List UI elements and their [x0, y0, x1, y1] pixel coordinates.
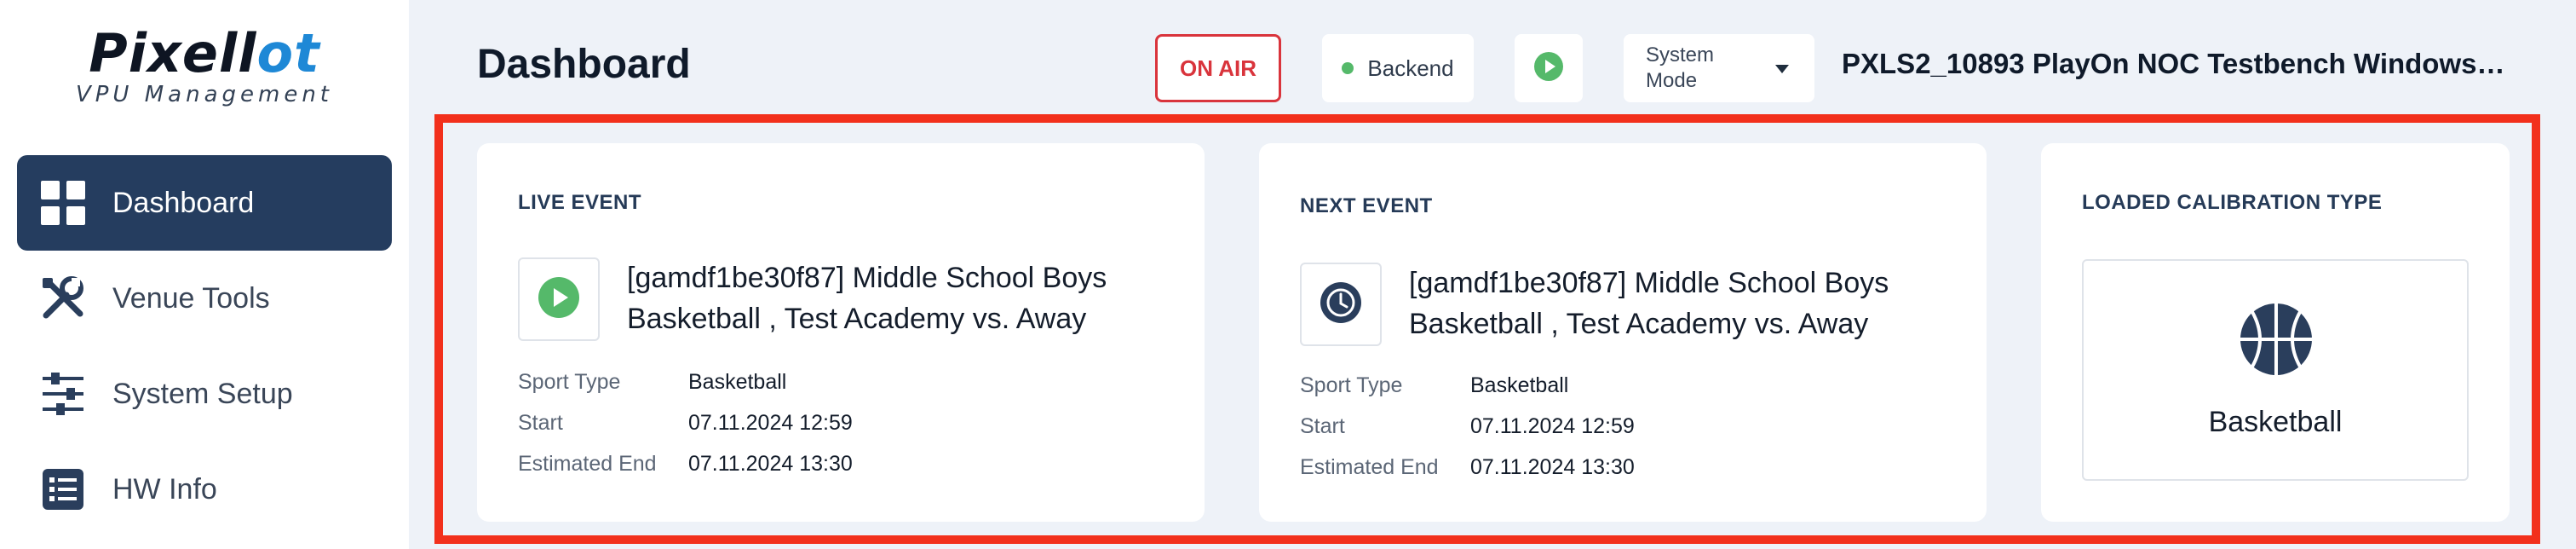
sidebar: Pixellot VPU Management Dashboard Venue … — [0, 0, 409, 549]
chevron-down-icon — [1775, 65, 1789, 73]
page-title: Dashboard — [477, 42, 691, 87]
system-mode-select[interactable]: System Mode — [1624, 34, 1814, 102]
live-event-details: Sport Type Basketball Start 07.11.2024 1… — [518, 361, 853, 484]
calibration-type-box: Basketball — [2082, 259, 2469, 481]
on-air-button[interactable]: ON AIR — [1155, 34, 1281, 102]
detail-row: Sport Type Basketball — [518, 369, 787, 394]
calibration-type-label: Basketball — [2208, 406, 2343, 438]
logo-subtitle: VPU Management — [75, 82, 334, 107]
detail-row: Estimated End 07.11.2024 13:30 — [1300, 454, 1635, 479]
clock-icon — [1320, 281, 1362, 328]
device-name: PXLS2_10893 PlayOn NOC Testbench Windows… — [1842, 48, 2515, 79]
grid-icon — [41, 181, 85, 225]
system-mode-label: System Mode — [1646, 43, 1715, 92]
detail-row: Start 07.11.2024 12:59 — [518, 410, 853, 435]
live-event-title: LIVE EVENT — [518, 191, 642, 214]
sidebar-item-system-setup[interactable]: System Setup — [17, 346, 392, 442]
next-event-title: NEXT EVENT — [1300, 194, 1433, 217]
sidebar-item-label: System Setup — [112, 377, 293, 410]
detail-row: Estimated End 07.11.2024 13:30 — [518, 451, 853, 476]
detail-row: Start 07.11.2024 12:59 — [1300, 413, 1635, 438]
next-event-details: Sport Type Basketball Start 07.11.2024 1… — [1300, 365, 1635, 488]
sidebar-item-dashboard[interactable]: Dashboard — [17, 155, 392, 251]
live-event-name: [gamdf1be30f87] Middle School Boys Baske… — [627, 262, 1107, 335]
calibration-card: LOADED CALIBRATION TYPE Basketball — [2041, 143, 2510, 522]
live-event-play-button[interactable] — [518, 257, 600, 341]
live-event-card: LIVE EVENT [gamdf1be30f87] Middle School… — [477, 143, 1205, 522]
next-event-name: [gamdf1be30f87] Middle School Boys Baske… — [1409, 267, 1889, 340]
list-icon — [41, 467, 85, 511]
sidebar-nav: Dashboard Venue Tools System Setup HW In… — [17, 155, 392, 537]
sidebar-item-hw-info[interactable]: HW Info — [17, 442, 392, 537]
play-button[interactable] — [1515, 34, 1583, 102]
sidebar-item-label: HW Info — [112, 472, 217, 506]
calibration-title: LOADED CALIBRATION TYPE — [2082, 191, 2383, 214]
status-dot-icon — [1342, 62, 1354, 74]
tools-icon — [41, 276, 85, 321]
sidebar-item-venue-tools[interactable]: Venue Tools — [17, 251, 392, 346]
on-air-label: ON AIR — [1179, 55, 1257, 81]
sidebar-item-label: Venue Tools — [112, 281, 270, 315]
logo: Pixellot VPU Management — [0, 24, 409, 109]
next-event-clock-box — [1300, 263, 1382, 346]
backend-label: Backend — [1367, 55, 1454, 81]
logo-wordmark: Pixellot — [89, 22, 320, 84]
next-event-card: NEXT EVENT [gamdf1be30f87] Middle School… — [1259, 143, 1987, 522]
sliders-icon — [41, 372, 85, 416]
detail-row: Sport Type Basketball — [1300, 373, 1569, 397]
sidebar-item-label: Dashboard — [112, 186, 255, 219]
basketball-icon — [2239, 302, 2314, 377]
play-icon — [1533, 51, 1564, 86]
backend-status[interactable]: Backend — [1322, 34, 1474, 102]
play-icon — [538, 276, 580, 323]
